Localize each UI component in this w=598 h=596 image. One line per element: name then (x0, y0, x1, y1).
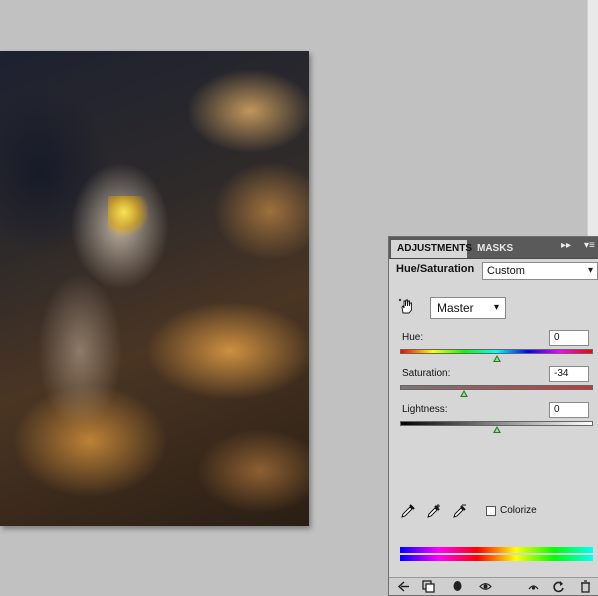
hue-label: Hue: (402, 332, 424, 343)
hue-slider-thumb[interactable] (492, 355, 501, 362)
adjustments-panel: ADJUSTMENTS MASKS ▸▸ ▾≡ Hue/Saturation C… (388, 236, 598, 596)
input-color-spectrum (400, 547, 593, 553)
clip-to-layer-icon[interactable] (422, 580, 435, 593)
back-arrow-icon[interactable] (397, 580, 410, 593)
trash-icon[interactable] (579, 580, 592, 593)
eyedropper-minus-icon[interactable] (452, 503, 468, 519)
document-canvas[interactable] (0, 51, 309, 526)
eyedropper-plus-icon[interactable] (426, 503, 442, 519)
hue-slider-track[interactable] (400, 349, 593, 354)
mask-icon[interactable] (451, 580, 464, 593)
hue-input[interactable]: 0 (549, 330, 589, 346)
collapse-panel-icon[interactable]: ▸▸ (561, 240, 571, 251)
eye-icon[interactable] (479, 580, 492, 593)
scroll-edge (587, 0, 598, 236)
chevron-down-icon: ▾ (493, 302, 499, 313)
colorize-checkbox[interactable] (486, 506, 496, 516)
panel-footer (389, 577, 598, 595)
lightness-label: Lightness: (402, 404, 448, 415)
hand-scrubby-icon[interactable] (398, 298, 416, 316)
panel-menu-icon[interactable]: ▾≡ (584, 240, 595, 251)
view-previous-icon[interactable] (527, 580, 540, 593)
saturation-input[interactable]: -34 (549, 366, 589, 382)
channel-select[interactable]: Master ▾ (430, 297, 506, 319)
adjustment-title: Hue/Saturation (396, 263, 475, 275)
tab-adjustments[interactable]: ADJUSTMENTS (391, 240, 472, 258)
eyedropper-icon[interactable] (400, 503, 416, 519)
preset-value: Custom (487, 265, 525, 277)
saturation-slider-track[interactable] (400, 385, 593, 390)
panel-tab-bar: ADJUSTMENTS MASKS ▸▸ ▾≡ (389, 237, 598, 259)
glowing-wing (108, 196, 148, 236)
lightness-input[interactable]: 0 (549, 402, 589, 418)
output-color-spectrum (400, 555, 593, 561)
saturation-label: Saturation: (402, 368, 451, 379)
reset-icon[interactable] (552, 580, 565, 593)
tab-masks[interactable]: MASKS (471, 240, 519, 258)
preset-select[interactable]: Custom ▾ (482, 262, 598, 280)
lightness-slider-thumb[interactable] (492, 426, 501, 433)
colorize-label: Colorize (500, 505, 537, 516)
chevron-down-icon: ▾ (587, 265, 593, 276)
channel-value: Master (437, 301, 474, 315)
saturation-slider-thumb[interactable] (459, 390, 468, 397)
